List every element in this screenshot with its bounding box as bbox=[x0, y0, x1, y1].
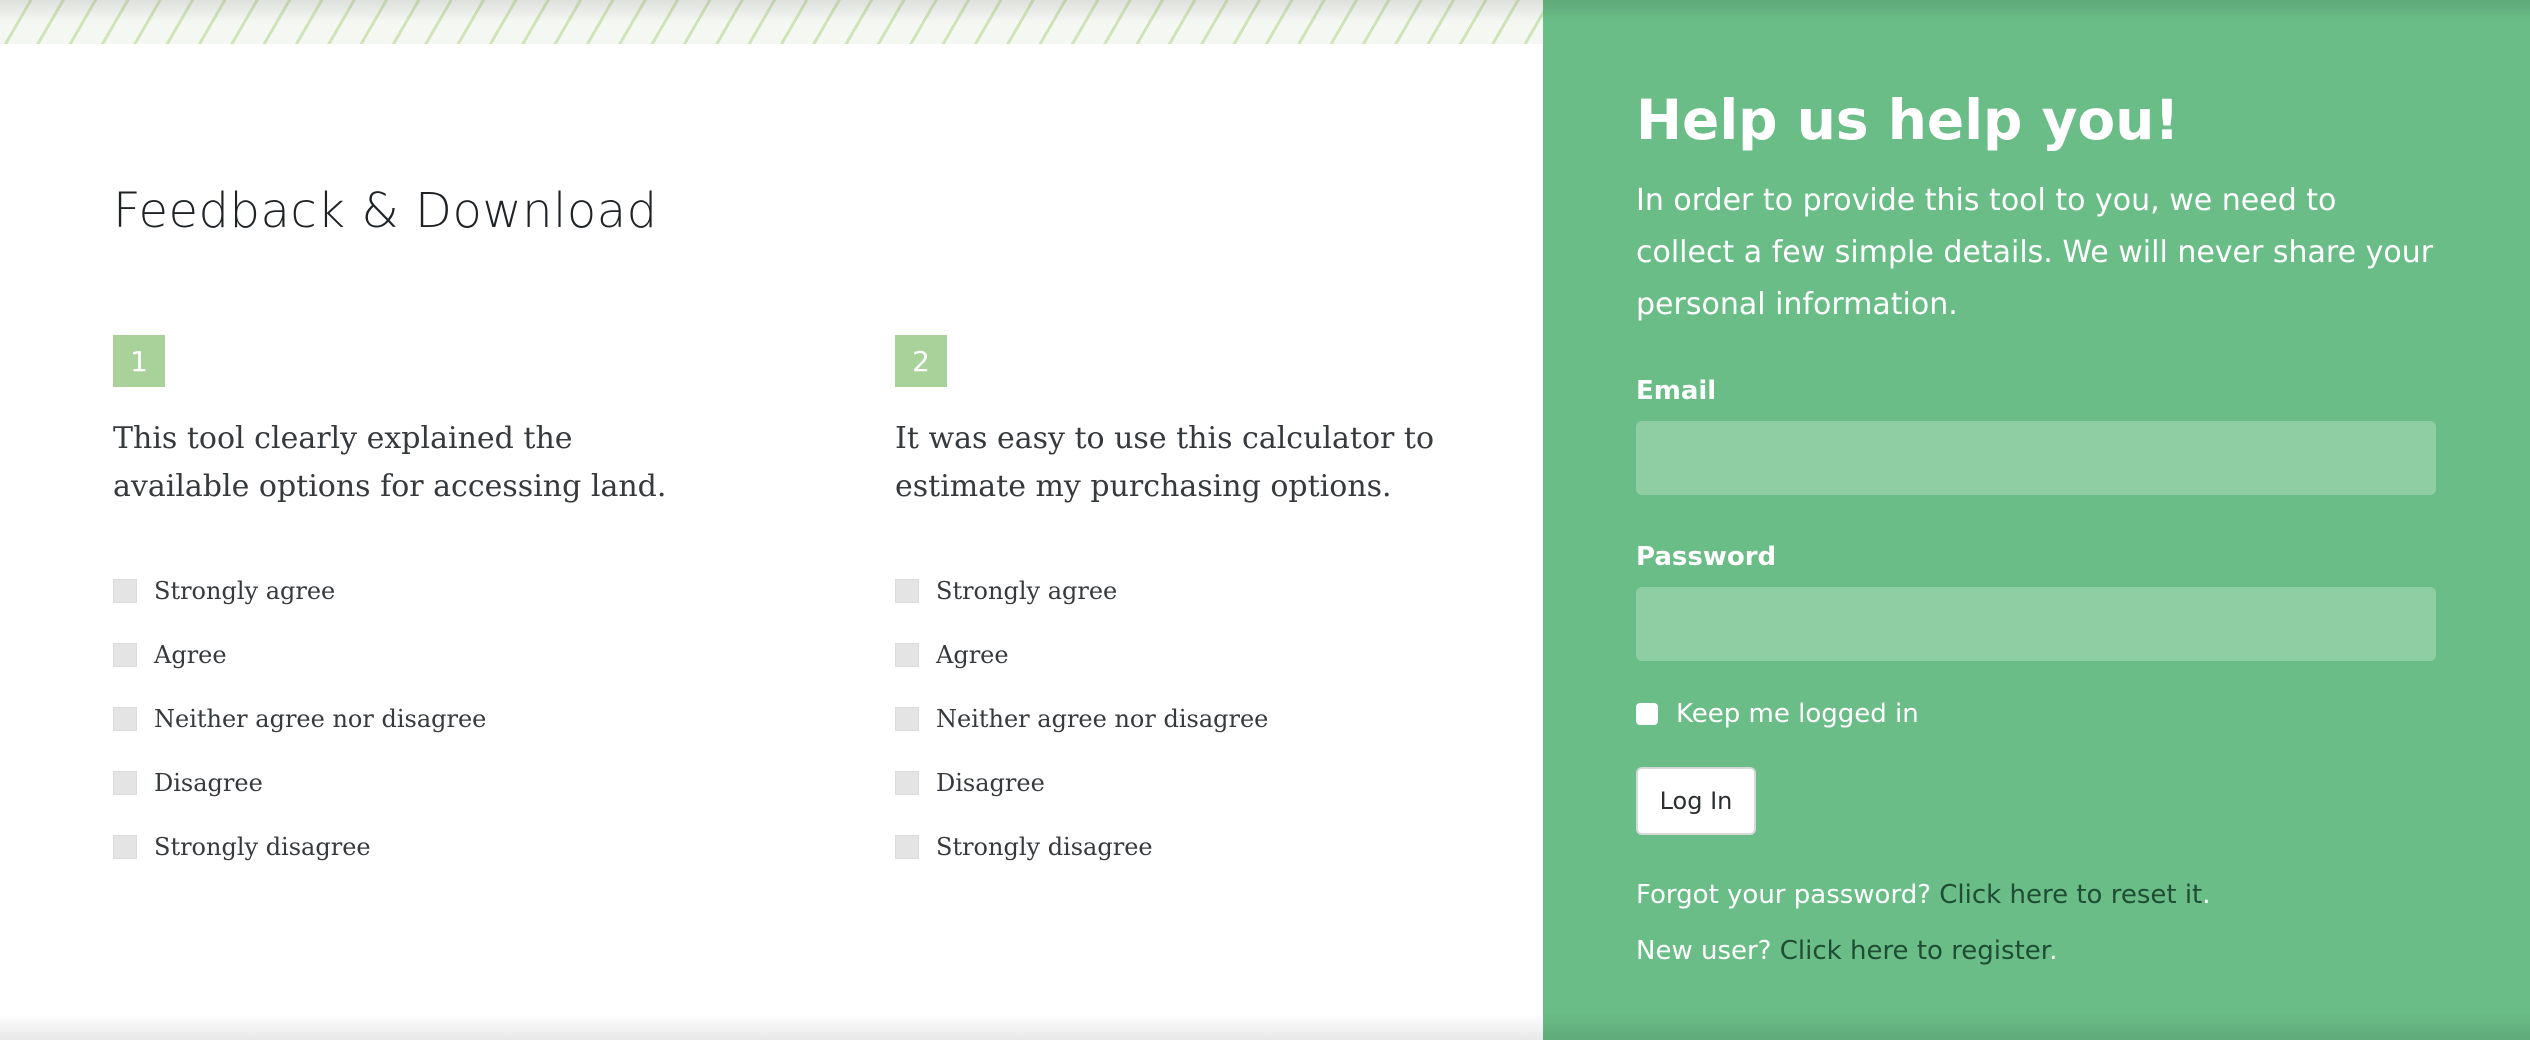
option-label: Agree bbox=[936, 641, 1009, 669]
register-link[interactable]: Click here to register bbox=[1780, 936, 2049, 966]
option-agree[interactable]: Agree bbox=[113, 623, 673, 687]
answer-options: Strongly agree Agree Neither agree nor d… bbox=[113, 559, 673, 879]
login-panel: Help us help you! In order to provide th… bbox=[1543, 0, 2530, 1040]
login-heading: Help us help you! bbox=[1636, 88, 2180, 152]
option-strongly-agree[interactable]: Strongly agree bbox=[113, 559, 673, 623]
remember-me-checkbox[interactable] bbox=[1636, 703, 1658, 725]
password-field[interactable] bbox=[1636, 587, 2436, 661]
remember-me-label: Keep me logged in bbox=[1676, 699, 1919, 729]
option-strongly-disagree[interactable]: Strongly disagree bbox=[113, 815, 673, 879]
option-label: Neither agree nor disagree bbox=[154, 705, 487, 733]
question-2: 2 It was easy to use this calculator to … bbox=[895, 335, 1455, 879]
question-text: It was easy to use this calculator to es… bbox=[895, 421, 1435, 504]
checkbox[interactable] bbox=[113, 579, 137, 603]
checkbox[interactable] bbox=[113, 707, 137, 731]
question-number-badge: 1 bbox=[113, 335, 165, 387]
new-user-text: New user? bbox=[1636, 936, 1772, 966]
feedback-panel: Feedback & Download 1 This tool clearly … bbox=[0, 0, 1543, 1040]
section-title: Feedback & Download bbox=[113, 183, 658, 239]
reset-password-link[interactable]: Click here to reset it bbox=[1939, 880, 2202, 910]
email-label: Email bbox=[1636, 376, 1717, 406]
checkbox[interactable] bbox=[895, 835, 919, 859]
forgot-password-text: Forgot your password? bbox=[1636, 880, 1932, 910]
remember-me-row: Keep me logged in bbox=[1636, 699, 2436, 729]
password-label: Password bbox=[1636, 542, 1777, 572]
option-agree[interactable]: Agree bbox=[895, 623, 1455, 687]
option-label: Disagree bbox=[154, 769, 263, 797]
question-1: 1 This tool clearly explained the availa… bbox=[113, 335, 673, 879]
login-button[interactable]: Log In bbox=[1636, 767, 1756, 835]
forgot-password-line: Forgot your password? Click here to rese… bbox=[1636, 880, 2436, 910]
answer-options: Strongly agree Agree Neither agree nor d… bbox=[895, 559, 1455, 879]
checkbox[interactable] bbox=[895, 707, 919, 731]
option-label: Strongly disagree bbox=[154, 833, 371, 861]
email-field[interactable] bbox=[1636, 421, 2436, 495]
login-intro: In order to provide this tool to you, we… bbox=[1636, 183, 2434, 322]
option-label: Agree bbox=[154, 641, 227, 669]
period: . bbox=[2049, 936, 2058, 966]
bottom-shadow bbox=[0, 1014, 1543, 1040]
option-strongly-disagree[interactable]: Strongly disagree bbox=[895, 815, 1455, 879]
option-label: Disagree bbox=[936, 769, 1045, 797]
period: . bbox=[2202, 880, 2211, 910]
checkbox[interactable] bbox=[895, 643, 919, 667]
login-form: Help us help you! In order to provide th… bbox=[1636, 85, 2436, 966]
option-label: Neither agree nor disagree bbox=[936, 705, 1269, 733]
option-strongly-agree[interactable]: Strongly agree bbox=[895, 559, 1455, 623]
checkbox[interactable] bbox=[113, 835, 137, 859]
checkbox[interactable] bbox=[895, 579, 919, 603]
option-disagree[interactable]: Disagree bbox=[895, 751, 1455, 815]
option-label: Strongly agree bbox=[936, 577, 1118, 605]
checkbox[interactable] bbox=[113, 643, 137, 667]
option-label: Strongly disagree bbox=[936, 833, 1153, 861]
option-neither[interactable]: Neither agree nor disagree bbox=[895, 687, 1455, 751]
decorative-stripe-band bbox=[0, 0, 1543, 44]
new-user-line: New user? Click here to register. bbox=[1636, 936, 2436, 966]
option-neither[interactable]: Neither agree nor disagree bbox=[113, 687, 673, 751]
checkbox[interactable] bbox=[113, 771, 137, 795]
option-label: Strongly agree bbox=[154, 577, 336, 605]
option-disagree[interactable]: Disagree bbox=[113, 751, 673, 815]
question-text: This tool clearly explained the availabl… bbox=[113, 421, 667, 504]
checkbox[interactable] bbox=[895, 771, 919, 795]
question-number-badge: 2 bbox=[895, 335, 947, 387]
